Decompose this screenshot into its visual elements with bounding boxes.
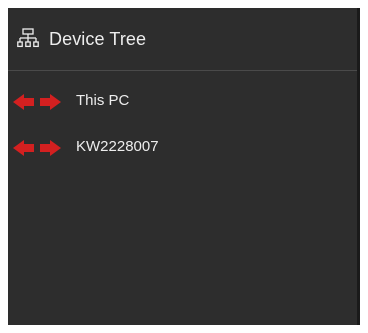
tree-item-kw2228007[interactable]: KW2228007 [8,134,357,160]
panel-header: Device Tree [8,8,357,68]
disconnected-arrows-icon [13,140,61,156]
panel-title: Device Tree [49,29,147,49]
header-divider [8,70,357,71]
tree-item-label: This PC [76,92,130,109]
tree-item-this-pc[interactable]: This PC [8,88,357,114]
disconnected-arrows-icon [13,94,61,110]
device-tree-icon [17,28,39,50]
device-tree-panel: Device Tree This PC KW2228007 [8,8,360,325]
tree-item-label: KW2228007 [76,138,159,155]
